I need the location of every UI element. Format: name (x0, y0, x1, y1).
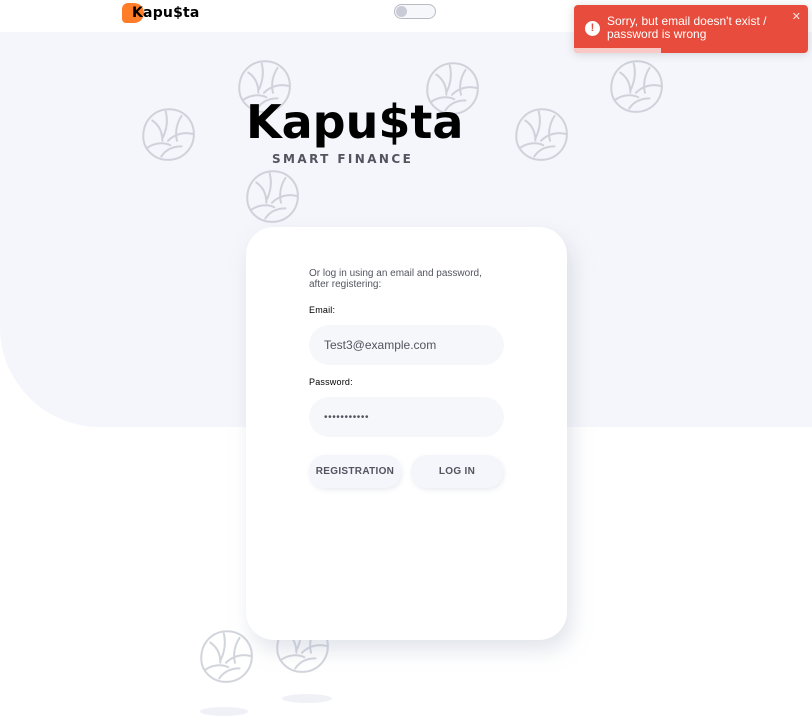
login-card: Or log in using an email and password, a… (246, 227, 567, 640)
password-field[interactable] (309, 397, 504, 437)
login-intro-text: Or log in using an email and password, a… (309, 268, 482, 290)
registration-button[interactable]: REGISTRATION (309, 455, 401, 488)
brand-subtitle: SMART FINANCE (272, 152, 414, 166)
cabbage-icon (190, 620, 262, 692)
email-label: Email: (309, 305, 336, 315)
cabbage-icon (505, 98, 577, 170)
header-logo-text: Kapu$ta (132, 5, 200, 21)
toast-progress-bar (574, 48, 661, 53)
theme-toggle-knob (396, 6, 407, 17)
password-label: Password: (309, 377, 353, 387)
error-toast: ! Sorry, but email doesn't exist / passw… (574, 5, 808, 53)
cabbage-shadow (200, 707, 248, 716)
email-field[interactable] (309, 325, 504, 365)
theme-toggle[interactable] (394, 4, 436, 19)
header-logo[interactable]: Kapu$ta (122, 3, 199, 23)
cabbage-icon (600, 50, 672, 122)
cabbage-icon (132, 98, 204, 170)
login-button[interactable]: LOG IN (411, 455, 503, 488)
toast-message: Sorry, but email doesn't exist / passwor… (607, 14, 767, 41)
cabbage-icon (236, 160, 308, 232)
brand-title: Kapu$ta (246, 95, 464, 149)
alert-icon: ! (585, 21, 600, 36)
cabbage-shadow (282, 694, 332, 703)
close-icon[interactable]: ✕ (792, 10, 801, 23)
